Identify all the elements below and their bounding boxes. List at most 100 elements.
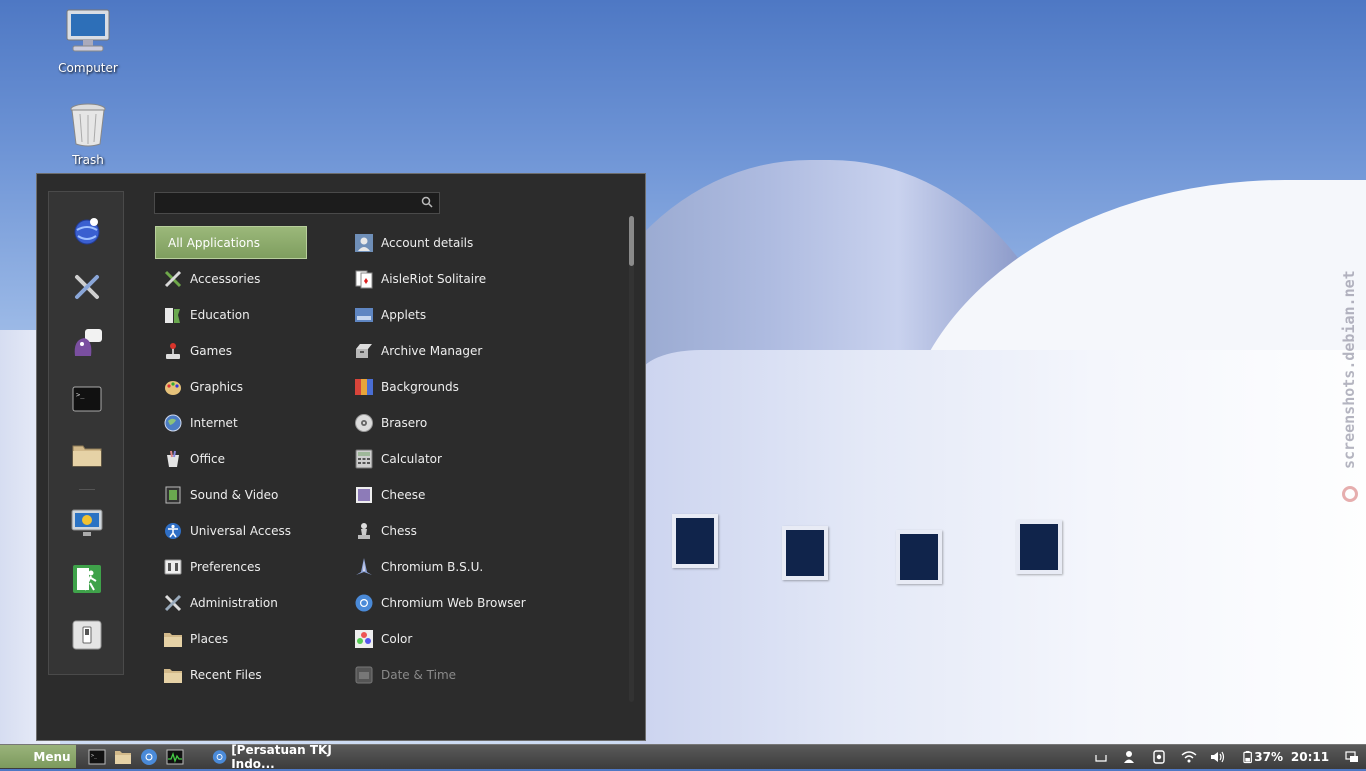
app-chromium-bsu[interactable]: Chromium B.S.U.: [354, 552, 634, 582]
tray-show-desktop[interactable]: [1094, 748, 1108, 766]
app-backgrounds[interactable]: Backgrounds: [354, 372, 634, 402]
clock[interactable]: 20:11: [1290, 745, 1330, 768]
fav-web-browser[interactable]: [70, 214, 104, 248]
category-office[interactable]: Office: [155, 442, 307, 475]
fav-files[interactable]: [70, 438, 104, 472]
watermark-logo-icon: [1342, 486, 1358, 502]
folder-icon: [72, 445, 102, 467]
volume-icon: [1211, 751, 1225, 763]
tray-workspace[interactable]: [1344, 748, 1360, 766]
clock-icon: [354, 665, 374, 685]
taskbar-launcher-browser[interactable]: [140, 748, 158, 766]
wallpaper-window: [672, 514, 718, 568]
applets-icon: [354, 305, 374, 325]
app-label: Backgrounds: [381, 380, 459, 394]
wallpaper-window: [1016, 520, 1062, 574]
tray-user[interactable]: [1122, 748, 1136, 766]
wallpaper-building-band: [640, 350, 1366, 768]
app-cheese[interactable]: Cheese: [354, 480, 634, 510]
search-input[interactable]: [154, 192, 440, 214]
user-icon: [1124, 751, 1134, 763]
menu-button[interactable]: Menu: [0, 745, 76, 768]
battery-percent: 37%: [1254, 750, 1283, 764]
category-graphics[interactable]: Graphics: [155, 370, 307, 403]
category-games[interactable]: Games: [155, 334, 307, 367]
wifi-icon: [1181, 751, 1197, 763]
chromium-icon: [141, 749, 157, 765]
app-brasero[interactable]: Brasero: [354, 408, 634, 438]
category-internet[interactable]: Internet: [155, 406, 307, 439]
desktop-icon-computer[interactable]: Computer: [48, 8, 128, 75]
category-label: Places: [190, 631, 229, 646]
taskbar-launcher-files[interactable]: [114, 748, 132, 766]
clock-time: 20:11: [1290, 749, 1330, 764]
tray-volume[interactable]: [1210, 748, 1226, 766]
fav-settings[interactable]: [70, 270, 104, 304]
app-account-details[interactable]: Account details: [354, 228, 634, 258]
taskbar-window-browser[interactable]: [Persatuan TKJ Indo...: [212, 743, 372, 771]
fav-messenger[interactable]: [70, 326, 104, 360]
app-archive-manager[interactable]: Archive Manager: [354, 336, 634, 366]
terminal-icon: >_: [72, 386, 102, 412]
category-administration[interactable]: Administration: [155, 586, 307, 619]
category-recent-files[interactable]: Recent Files: [155, 658, 307, 691]
category-label: Games: [190, 343, 232, 358]
app-label: Chess: [381, 524, 417, 538]
app-color[interactable]: Color: [354, 624, 634, 654]
app-label: AisleRiot Solitaire: [381, 272, 487, 286]
app-applets[interactable]: Applets: [354, 300, 634, 330]
category-preferences[interactable]: Preferences: [155, 550, 307, 583]
recent-files-icon: [163, 665, 183, 685]
app-label: Chromium Web Browser: [381, 596, 526, 610]
battery-icon: [1243, 750, 1252, 764]
terminal-icon: >_: [88, 749, 106, 765]
lock-screen-icon: [71, 509, 103, 536]
app-calculator[interactable]: Calculator: [354, 444, 634, 474]
fav-lock-screen[interactable]: [70, 506, 104, 540]
office-icon: [163, 449, 183, 469]
taskbar-launcher-system-monitor[interactable]: [166, 748, 184, 766]
category-label: Sound & Video: [190, 487, 279, 502]
update-shield-icon: [1153, 750, 1165, 764]
administration-icon: [163, 593, 183, 613]
app-chess[interactable]: Chess: [354, 516, 634, 546]
tray-battery[interactable]: 37%: [1243, 748, 1283, 766]
category-label: Internet: [190, 415, 238, 430]
category-places[interactable]: Places: [155, 622, 307, 655]
fav-shutdown[interactable]: [70, 618, 104, 652]
app-chromium-web-browser[interactable]: Chromium Web Browser: [354, 588, 634, 618]
calculator-icon: [354, 449, 374, 469]
places-icon: [163, 629, 183, 649]
fav-terminal[interactable]: >_: [70, 382, 104, 416]
tray-update[interactable]: [1152, 748, 1166, 766]
desktop-icon-trash[interactable]: Trash: [48, 102, 128, 167]
category-accessories[interactable]: Accessories: [155, 262, 307, 295]
svg-text:>_: >_: [76, 391, 85, 399]
category-all-applications[interactable]: All Applications: [155, 226, 307, 259]
category-label: Recent Files: [190, 667, 262, 682]
chess-icon: [354, 521, 374, 541]
app-label: Brasero: [381, 416, 428, 430]
computer-icon: [66, 9, 110, 52]
application-menu: >_ All Applications Accessories Educatio…: [36, 173, 646, 741]
sound-video-icon: [163, 485, 183, 505]
app-date-time[interactable]: Date & Time: [354, 660, 634, 690]
category-label: Administration: [190, 595, 278, 610]
wallpaper-window: [782, 526, 828, 580]
backgrounds-icon: [354, 377, 374, 397]
app-label: Applets: [381, 308, 427, 322]
taskbar-launcher-terminal[interactable]: >_: [88, 748, 106, 766]
app-list-scrollbar[interactable]: [629, 216, 634, 702]
fav-logout[interactable]: [70, 562, 104, 596]
category-universal-access[interactable]: Universal Access: [155, 514, 307, 547]
taskbar: Menu >_ [Persatuan TKJ Indo... 37% 20:11: [0, 743, 1366, 771]
category-label: Graphics: [190, 379, 243, 394]
tray-network[interactable]: [1180, 748, 1198, 766]
app-list-scroll-thumb[interactable]: [629, 216, 634, 266]
preferences-icon: [163, 557, 183, 577]
tools-icon: [75, 275, 99, 299]
category-label: Preferences: [190, 559, 261, 574]
category-sound-video[interactable]: Sound & Video: [155, 478, 307, 511]
app-aisleriot-solitaire[interactable]: AisleRiot Solitaire: [354, 264, 634, 294]
category-education[interactable]: Education: [155, 298, 307, 331]
